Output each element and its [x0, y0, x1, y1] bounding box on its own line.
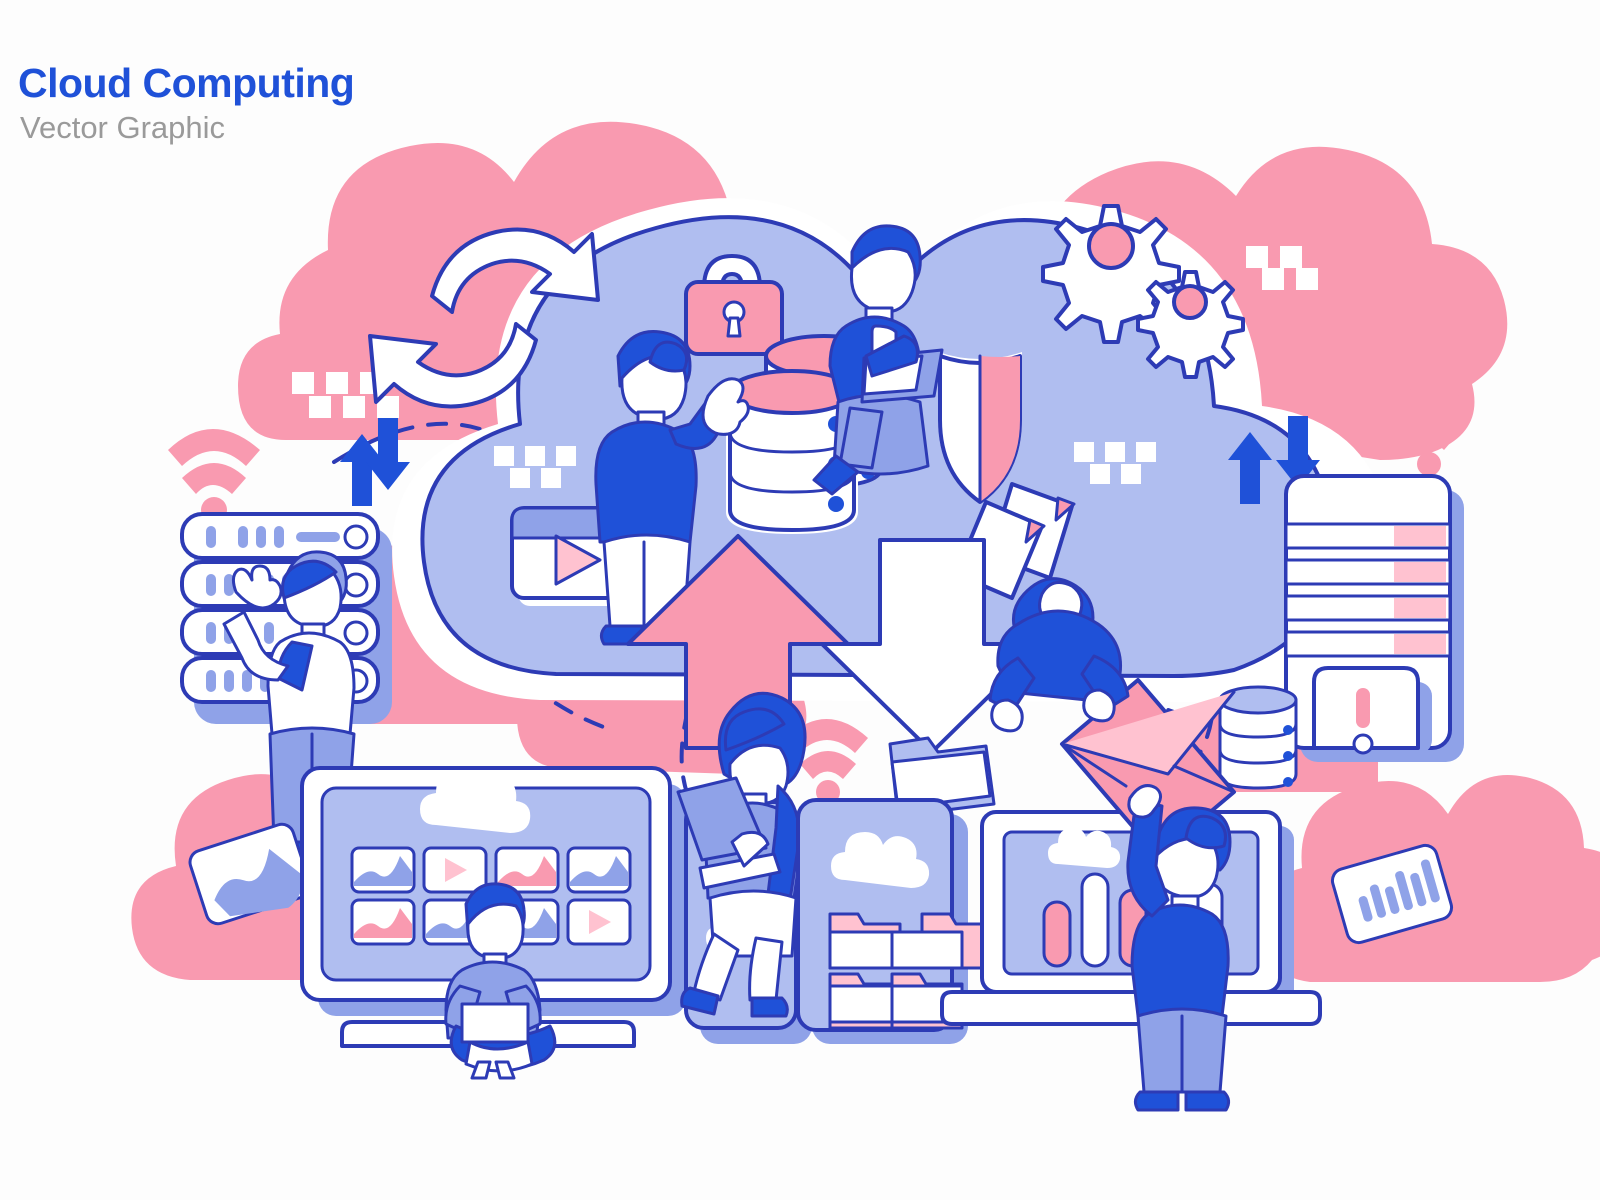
- tower-slot-4: [1284, 630, 1452, 658]
- gear-small-icon: [1136, 270, 1245, 379]
- tower-slot-2: [1284, 558, 1452, 586]
- tower-slot-3: [1284, 594, 1452, 622]
- server-tower: [1284, 474, 1464, 762]
- person-receiving-mail: [1126, 784, 1232, 1112]
- tower-slot-1: [1284, 522, 1452, 550]
- database-small-icon: [1218, 685, 1298, 790]
- rack-unit-1: [180, 512, 380, 560]
- wifi-icon-left: [168, 429, 260, 523]
- cloud-computing-artwork: .st{stroke:#2d3bb5;stroke-width:4;fill:n…: [131, 121, 1600, 1112]
- illustration-canvas: Cloud Computing Vector Graphic .st{strok…: [0, 0, 1600, 1200]
- alert-server-icon: [1312, 666, 1432, 755]
